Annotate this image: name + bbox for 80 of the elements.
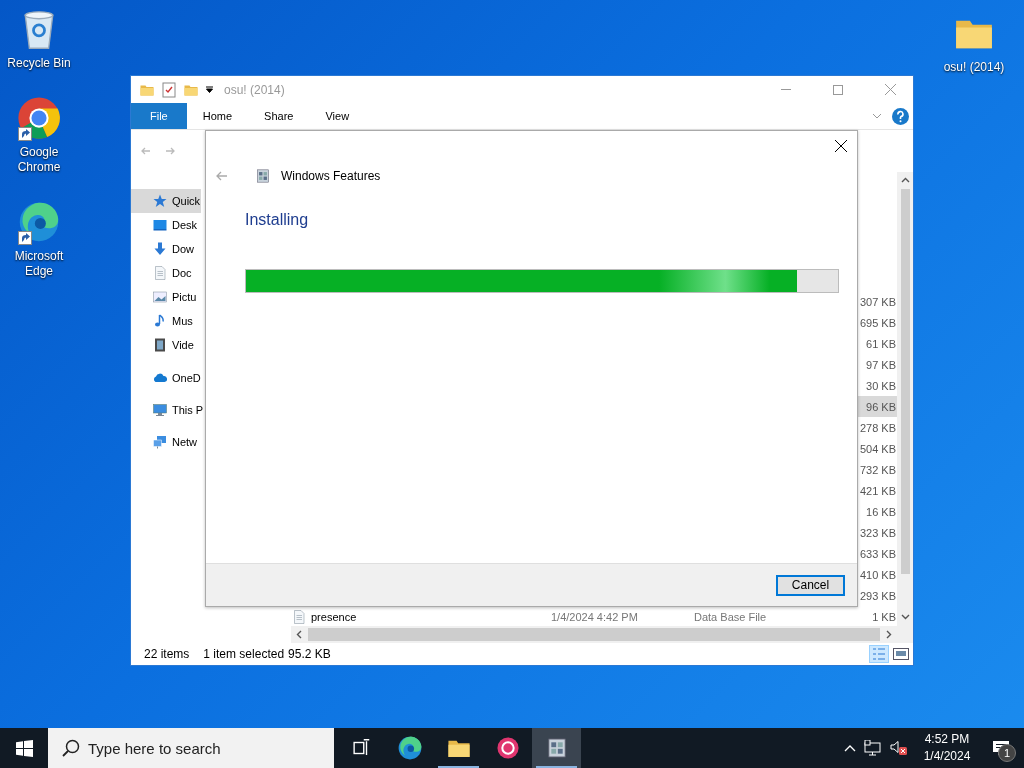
close-icon[interactable]: [835, 140, 847, 152]
file-type: Data Base File: [694, 610, 768, 623]
file-date: 1/4/2024 4:42 PM: [551, 610, 639, 623]
vertical-scrollbar[interactable]: [897, 172, 913, 643]
file-size: 96 KB: [866, 400, 896, 413]
cancel-button[interactable]: Cancel: [776, 574, 845, 596]
file-size: 1 KB: [872, 610, 896, 623]
browser-icon: [17, 200, 61, 244]
desktop-icon-label[interactable]: osu! (2014): [943, 60, 1005, 75]
file-size: 30 KB: [866, 379, 896, 392]
dropdown-icon[interactable]: [205, 85, 214, 94]
muted-speaker-icon[interactable]: [890, 740, 908, 756]
edge-icon: [396, 735, 423, 761]
file-size: 695 KB: [859, 316, 896, 329]
file-size: 323 KB: [859, 526, 896, 539]
features-icon: [254, 167, 272, 185]
star-icon: [152, 193, 168, 209]
clock-date[interactable]: 1/4/2024: [923, 748, 971, 765]
dialog-title: Windows Features: [281, 169, 381, 183]
search-field[interactable]: Type here to search: [48, 728, 334, 768]
selection-size: 95.2 KB: [288, 647, 331, 661]
nav-item[interactable]: Doc: [131, 261, 193, 285]
desktop-icon-label[interactable]: Google Chrome: [1, 145, 77, 175]
file-size: 278 KB: [859, 421, 896, 434]
clock-time[interactable]: 4:52 PM: [924, 731, 970, 748]
chevron-up-icon[interactable]: [844, 744, 856, 752]
ribbon-tab[interactable]: Home: [186, 103, 249, 129]
window-title: osu! (2014): [224, 82, 285, 97]
file-row[interactable]: presence 1/4/2024 4:42 PM Data Base File 1 KB: [291, 606, 897, 627]
file-size: 633 KB: [859, 547, 896, 560]
selection-count: 1 item selected: [203, 647, 285, 661]
network-icon: [152, 434, 168, 450]
nav-item[interactable]: OneD: [131, 366, 202, 390]
ribbon-tab[interactable]: File: [131, 103, 187, 129]
file-size: 97 KB: [866, 358, 896, 371]
notification-badge: 1: [998, 744, 1016, 762]
search-icon: [62, 739, 80, 757]
maximize-icon[interactable]: [833, 84, 843, 95]
scroll-up-icon[interactable]: [900, 176, 910, 185]
osu-icon: [494, 735, 521, 761]
properties-icon[interactable]: [161, 81, 177, 98]
nav-item[interactable]: Pictu: [131, 285, 198, 309]
taskbar-app[interactable]: [532, 728, 581, 768]
ribbon-tab[interactable]: Share: [248, 103, 310, 129]
nav-item[interactable]: Desk: [131, 213, 199, 237]
file-size: 410 KB: [859, 568, 896, 581]
file-size: 307 KB: [859, 295, 896, 308]
horizontal-scrollbar[interactable]: [291, 626, 897, 643]
scroll-left-icon[interactable]: [295, 630, 304, 639]
network-icon[interactable]: [864, 740, 882, 756]
help-icon[interactable]: [892, 107, 909, 125]
desktop-icon-label[interactable]: Recycle Bin: [7, 56, 71, 71]
download-icon: [152, 241, 168, 257]
windows-logo-icon[interactable]: [15, 739, 33, 757]
nav-item[interactable]: Vide: [131, 333, 195, 357]
file-icon: [291, 608, 307, 625]
desktop-icon: [152, 217, 168, 233]
desktop-icon-label[interactable]: Microsoft Edge: [1, 249, 77, 279]
scroll-right-icon[interactable]: [884, 630, 893, 639]
status-heading: Installing: [245, 211, 310, 229]
file-size: 293 KB: [859, 589, 896, 602]
nav-item[interactable]: Netw: [131, 430, 199, 454]
ribbon-tab[interactable]: View: [309, 103, 366, 129]
file-size: 16 KB: [866, 505, 896, 518]
video-icon: [152, 337, 168, 353]
item-count: 22 items: [144, 647, 190, 661]
document-icon: [152, 265, 168, 281]
scroll-down-icon[interactable]: [900, 612, 910, 621]
preview-view-icon[interactable]: [893, 645, 909, 663]
file-size: 61 KB: [866, 337, 896, 350]
nav-item[interactable]: Dow: [131, 237, 195, 261]
file-size: 504 KB: [859, 442, 896, 455]
file-name: presence: [311, 610, 358, 623]
picture-icon: [152, 289, 168, 305]
file-size: 732 KB: [859, 463, 896, 476]
file-size: 421 KB: [859, 484, 896, 497]
nav-item[interactable]: Quick: [131, 189, 202, 213]
pc-icon: [152, 402, 168, 418]
nav-item[interactable]: This P: [131, 398, 205, 422]
nav-item[interactable]: Mus: [131, 309, 194, 333]
